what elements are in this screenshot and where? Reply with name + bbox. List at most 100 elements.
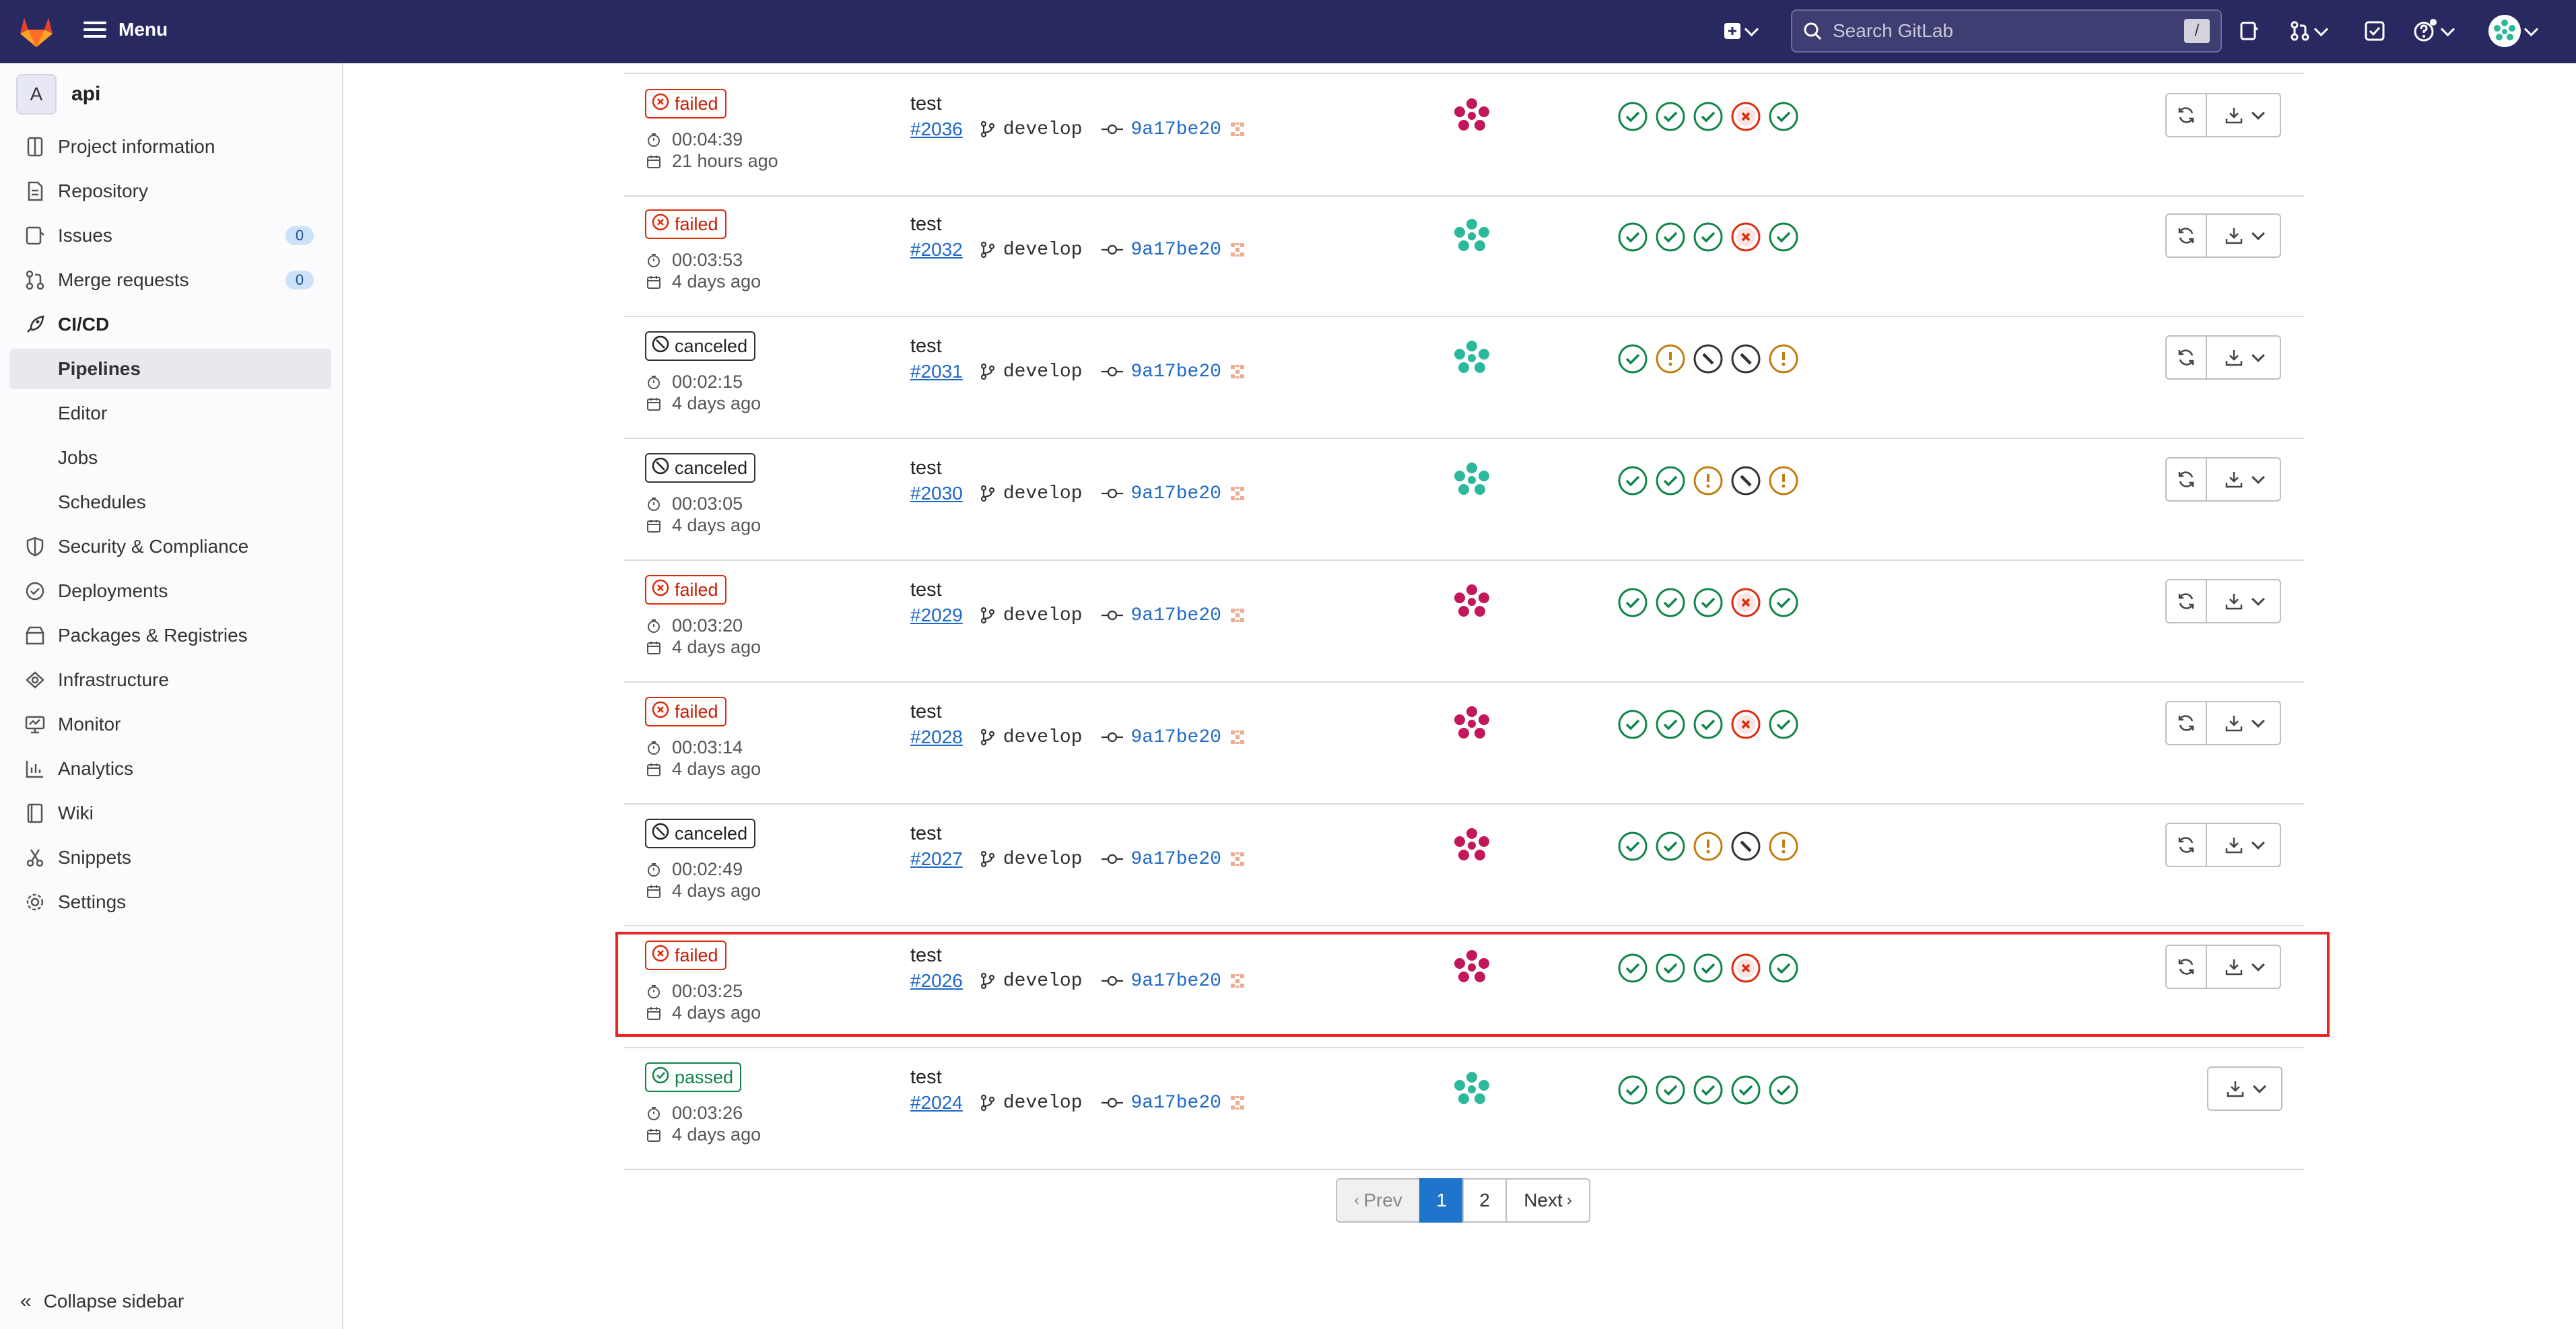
download-artifacts-dropdown[interactable] bbox=[2206, 701, 2281, 745]
commit-sha-link[interactable]: 9a17be20 bbox=[1131, 483, 1221, 504]
pipeline-id-link[interactable]: #2027 bbox=[910, 848, 963, 870]
project-header[interactable]: A api bbox=[16, 74, 100, 114]
stage-success-icon[interactable] bbox=[1655, 587, 1686, 618]
branch-name[interactable]: develop bbox=[1003, 727, 1083, 748]
stage-success-icon[interactable] bbox=[1617, 101, 1648, 132]
stage-success-icon[interactable] bbox=[1693, 101, 1724, 132]
retry-button[interactable] bbox=[2165, 93, 2207, 137]
commit-sha-link[interactable]: 9a17be20 bbox=[1131, 605, 1221, 626]
download-artifacts-dropdown[interactable] bbox=[2206, 93, 2281, 137]
stage-warning-icon[interactable] bbox=[1693, 465, 1724, 496]
branch-name[interactable]: develop bbox=[1003, 240, 1083, 261]
branch-name[interactable]: develop bbox=[1003, 483, 1083, 504]
sidebar-item-analytics[interactable]: Analytics bbox=[0, 749, 342, 789]
new-dropdown-button[interactable] bbox=[1724, 18, 1759, 44]
sidebar-item-issues[interactable]: Issues 0 bbox=[0, 215, 342, 256]
sidebar-item-project-information[interactable]: Project information bbox=[0, 127, 342, 167]
stage-success-icon[interactable] bbox=[1768, 587, 1799, 618]
stage-warning-icon[interactable] bbox=[1693, 831, 1724, 862]
download-artifacts-dropdown[interactable] bbox=[2206, 457, 2281, 502]
pipeline-title[interactable]: test bbox=[910, 579, 942, 601]
branch-name[interactable]: develop bbox=[1003, 605, 1083, 626]
commit-sha-link[interactable]: 9a17be20 bbox=[1131, 849, 1221, 870]
status-badge[interactable]: failed bbox=[645, 697, 726, 726]
stage-success-icon[interactable] bbox=[1655, 1075, 1686, 1105]
stage-warning-icon[interactable] bbox=[1655, 343, 1686, 374]
sidebar-item-jobs[interactable]: Jobs bbox=[0, 438, 342, 478]
pagination-page-1[interactable]: 1 bbox=[1419, 1178, 1464, 1223]
triggerer-avatar[interactable] bbox=[1450, 580, 1493, 623]
triggerer-avatar[interactable] bbox=[1450, 337, 1493, 380]
sidebar-item-deployments[interactable]: Deployments bbox=[0, 571, 342, 611]
stage-success-icon[interactable] bbox=[1617, 465, 1648, 496]
pipeline-id-link[interactable]: #2032 bbox=[910, 239, 963, 261]
triggerer-avatar[interactable] bbox=[1450, 824, 1493, 867]
retry-button[interactable] bbox=[2165, 701, 2207, 745]
sidebar-item-editor[interactable]: Editor bbox=[0, 393, 342, 434]
stage-success-icon[interactable] bbox=[1693, 222, 1724, 252]
commit-sha-link[interactable]: 9a17be20 bbox=[1131, 1093, 1221, 1114]
pipeline-id-link[interactable]: #2024 bbox=[910, 1092, 963, 1114]
user-menu-button[interactable] bbox=[2488, 15, 2539, 47]
retry-button[interactable] bbox=[2165, 579, 2207, 623]
pipeline-title[interactable]: test bbox=[910, 213, 942, 236]
stage-failed-icon[interactable] bbox=[1730, 101, 1761, 132]
gitlab-logo-icon[interactable] bbox=[18, 13, 55, 48]
branch-name[interactable]: develop bbox=[1003, 1093, 1083, 1114]
pipeline-title[interactable]: test bbox=[910, 335, 942, 357]
stage-success-icon[interactable] bbox=[1655, 831, 1686, 862]
retry-button[interactable] bbox=[2165, 457, 2207, 502]
pipeline-id-link[interactable]: #2030 bbox=[910, 483, 963, 504]
status-badge[interactable]: canceled bbox=[645, 331, 756, 361]
stage-canceled-icon[interactable] bbox=[1730, 343, 1761, 374]
sidebar-item-packages-registries[interactable]: Packages & Registries bbox=[0, 615, 342, 656]
stage-success-icon[interactable] bbox=[1617, 343, 1648, 374]
download-artifacts-dropdown[interactable] bbox=[2206, 579, 2281, 623]
sidebar-item-pipelines[interactable]: Pipelines bbox=[9, 349, 331, 389]
sidebar-item-wiki[interactable]: Wiki bbox=[0, 793, 342, 833]
pipeline-title[interactable]: test bbox=[910, 701, 942, 723]
pipeline-title[interactable]: test bbox=[910, 1066, 942, 1089]
retry-button[interactable] bbox=[2165, 335, 2207, 380]
stage-success-icon[interactable] bbox=[1655, 465, 1686, 496]
status-badge[interactable]: canceled bbox=[645, 819, 756, 848]
stage-warning-icon[interactable] bbox=[1768, 831, 1799, 862]
stage-success-icon[interactable] bbox=[1693, 709, 1724, 740]
sidebar-item-infrastructure[interactable]: Infrastructure bbox=[0, 660, 342, 700]
stage-canceled-icon[interactable] bbox=[1693, 343, 1724, 374]
issues-nav-button[interactable] bbox=[2238, 18, 2260, 44]
pipeline-id-link[interactable]: #2036 bbox=[910, 118, 963, 140]
pipeline-id-link[interactable]: #2031 bbox=[910, 361, 963, 382]
download-artifacts-dropdown[interactable] bbox=[2207, 1066, 2282, 1111]
pagination-prev-button[interactable]: ‹ Prev bbox=[1336, 1178, 1421, 1223]
stage-success-icon[interactable] bbox=[1693, 587, 1724, 618]
stage-success-icon[interactable] bbox=[1617, 587, 1648, 618]
sidebar-item-monitor[interactable]: Monitor bbox=[0, 704, 342, 745]
stage-success-icon[interactable] bbox=[1617, 831, 1648, 862]
menu-button[interactable]: Menu bbox=[83, 19, 168, 40]
stage-success-icon[interactable] bbox=[1768, 709, 1799, 740]
pipeline-id-link[interactable]: #2028 bbox=[910, 726, 963, 748]
stage-failed-icon[interactable] bbox=[1730, 222, 1761, 252]
stage-success-icon[interactable] bbox=[1768, 222, 1799, 252]
stage-success-icon[interactable] bbox=[1768, 1075, 1799, 1105]
sidebar-item-schedules[interactable]: Schedules bbox=[0, 482, 342, 522]
stage-success-icon[interactable] bbox=[1655, 101, 1686, 132]
commit-sha-link[interactable]: 9a17be20 bbox=[1131, 240, 1221, 261]
search-box[interactable]: / bbox=[1791, 9, 2222, 53]
sidebar-item-security-compliance[interactable]: Security & Compliance bbox=[0, 526, 342, 567]
pipeline-id-link[interactable]: #2029 bbox=[910, 605, 963, 626]
commit-sha-link[interactable]: 9a17be20 bbox=[1131, 362, 1221, 382]
sidebar-item-merge-requests[interactable]: Merge requests 0 bbox=[0, 260, 342, 300]
stage-success-icon[interactable] bbox=[1768, 101, 1799, 132]
stage-success-icon[interactable] bbox=[1693, 1075, 1724, 1105]
triggerer-avatar[interactable] bbox=[1450, 1068, 1493, 1111]
triggerer-avatar[interactable] bbox=[1450, 458, 1493, 502]
stage-warning-icon[interactable] bbox=[1768, 465, 1799, 496]
branch-name[interactable]: develop bbox=[1003, 849, 1083, 870]
sidebar-item-settings[interactable]: Settings bbox=[0, 882, 342, 922]
branch-name[interactable]: develop bbox=[1003, 119, 1083, 140]
search-input[interactable] bbox=[1831, 20, 2184, 42]
pagination-next-button[interactable]: Next › bbox=[1505, 1178, 1590, 1223]
download-artifacts-dropdown[interactable] bbox=[2206, 213, 2281, 258]
